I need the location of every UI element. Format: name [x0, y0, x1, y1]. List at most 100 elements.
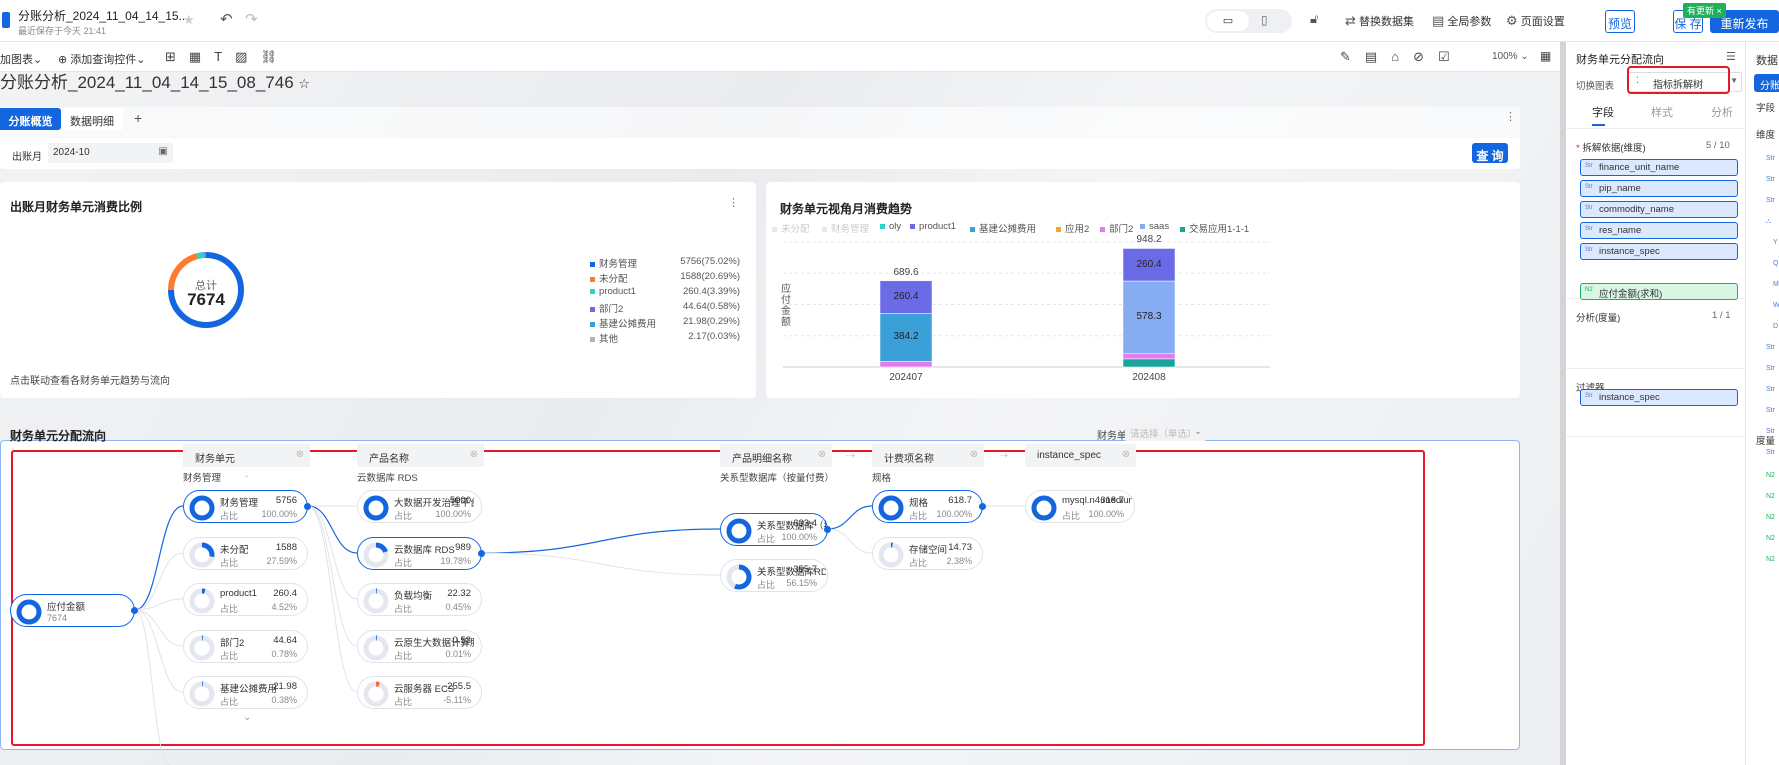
bar-legend-item[interactable]: 应用2 [1056, 221, 1089, 235]
field-type-icon[interactable]: Str [1766, 428, 1775, 435]
bar-legend-item[interactable]: saas [1140, 221, 1169, 232]
column-header[interactable]: instance_spec ⊗ [1025, 444, 1136, 467]
number-type-icon[interactable]: N2 [1766, 472, 1775, 479]
tree-node[interactable]: 部门2 44.64 占比 0.78% [183, 630, 308, 663]
dimension-field[interactable]: Str pip_name [1580, 180, 1738, 197]
number-type-icon[interactable]: N2 [1766, 556, 1775, 563]
column-header[interactable]: 财务单元 ⊗ [183, 444, 310, 467]
filter-field[interactable]: Str instance_spec [1580, 389, 1738, 406]
field-type-icon[interactable]: ⛬ [1766, 218, 1771, 226]
dimension-field[interactable]: Str finance_unit_name [1580, 159, 1738, 176]
expand-handle[interactable] [478, 503, 485, 510]
expand-handle[interactable] [824, 572, 831, 579]
field-type-icon[interactable]: Y [1773, 239, 1778, 246]
expand-handle[interactable] [478, 550, 485, 557]
legend-item[interactable]: 部门2 44.64(0.58%) [590, 301, 740, 315]
field-type-icon[interactable]: Str [1766, 344, 1775, 351]
tree-link [307, 505, 358, 647]
ratio-label: 占比 [394, 697, 413, 707]
dimension-field[interactable]: Str res_name [1580, 222, 1738, 239]
tree-root-node[interactable]: 应付金额 7674 [10, 594, 138, 627]
scroll-up-icon[interactable]: ⌃ [243, 474, 251, 485]
bar-legend-item[interactable]: 财务管理 [822, 221, 869, 235]
expand-handle[interactable] [478, 689, 485, 696]
tree-node[interactable]: 负载均衡 22.32 占比 0.45% [357, 583, 482, 616]
column-header[interactable]: 计费项名称 ⊗ [872, 444, 984, 467]
ratio-label: 占比 [394, 651, 413, 661]
data-panel-title: 数据 [1756, 55, 1778, 67]
bar-legend-item[interactable]: 部门2 [1100, 221, 1133, 235]
tree-node[interactable]: mysql.n4.medium.2c618.7占比100.00% [1025, 490, 1135, 523]
field-type-icon[interactable]: Str [1766, 407, 1775, 414]
preview-button[interactable]: 预览 [1605, 10, 1635, 33]
close-icon[interactable]: ⊗ [296, 449, 304, 460]
ratio-donut-icon [16, 599, 42, 625]
dimension-field[interactable]: Str commodity_name [1580, 201, 1738, 218]
scroll-down-icon[interactable]: ⌄ [243, 712, 251, 723]
expand-handle[interactable] [304, 643, 311, 650]
expand-handle[interactable] [304, 550, 311, 557]
menu-icon[interactable]: ☰ [1726, 50, 1736, 63]
tree-node[interactable]: 云原生大数据计算服务 ...0.53占比0.01% [357, 630, 482, 663]
dimension-field[interactable]: Str instance_spec [1580, 243, 1738, 260]
bar-legend-item[interactable]: 基建公摊费用 [970, 221, 1036, 235]
number-type-icon[interactable]: N2 [1766, 493, 1775, 500]
measure-field[interactable]: N2 应付金额(求和) [1580, 283, 1738, 300]
field-type-icon[interactable]: Str [1766, 176, 1775, 183]
field-type-icon[interactable]: D [1773, 323, 1778, 330]
bar-legend-item[interactable]: 未分配 [772, 221, 810, 235]
expand-handle[interactable] [1131, 503, 1138, 510]
bar-legend-item[interactable]: oly [880, 221, 901, 232]
tree-node[interactable]: 未分配 1588 占比 27.59% [183, 537, 308, 570]
close-icon[interactable]: ⊗ [1122, 449, 1130, 460]
node-value: 618.7 [948, 495, 972, 506]
tree-node[interactable]: 关系型数据库RDS(包月)355.7占比56.15% [720, 559, 828, 592]
legend-item[interactable]: 财务管理 5756(75.02%) [590, 256, 740, 270]
tree-node[interactable]: 基建公摊费用 21.98 占比 0.38% [183, 676, 308, 709]
column-header[interactable]: 产品明细名称 ⊗ [720, 444, 832, 467]
tree-node[interactable]: product1 260.4 占比 4.52% [183, 583, 308, 616]
field-type-icon[interactable]: Str [1766, 386, 1775, 393]
update-badge[interactable]: 有更新 × [1683, 3, 1726, 18]
close-icon[interactable]: ⊗ [970, 449, 978, 460]
expand-handle[interactable] [304, 689, 311, 696]
tree-node[interactable]: 大数据开发治理平台 D...5000占比100.00% [357, 490, 482, 523]
tree-node[interactable]: 云服务器 ECS -255.5 占比 -5.11% [357, 676, 482, 709]
number-type-icon[interactable]: N2 [1766, 514, 1775, 521]
close-icon[interactable]: ⊗ [470, 449, 478, 460]
expand-handle[interactable] [304, 596, 311, 603]
expand-handle[interactable] [478, 596, 485, 603]
tree-node[interactable]: 关系型数据库（按量付...633.4占比100.00% [720, 513, 831, 546]
tree-node[interactable]: 财务管理 5756 占比 100.00% [183, 490, 311, 523]
number-type-icon[interactable]: N2 [1766, 535, 1775, 542]
field-type-icon[interactable]: Str [1766, 365, 1775, 372]
field-type-icon[interactable]: Str [1766, 449, 1775, 456]
dataset-chip[interactable]: 分账 [1754, 74, 1779, 92]
field-type-icon[interactable]: Q [1773, 260, 1778, 267]
node-value: 633.4 [793, 518, 817, 529]
legend-item[interactable]: 未分配 1588(20.69%) [590, 271, 740, 285]
expand-handle[interactable] [304, 503, 311, 510]
expand-handle[interactable] [979, 503, 986, 510]
tree-node[interactable]: 规格 618.7 占比 100.00% [872, 490, 986, 523]
field-type-icon[interactable]: M [1773, 281, 1779, 288]
expand-handle[interactable] [131, 607, 138, 614]
tab-fields[interactable]: 字段 [1592, 104, 1614, 120]
field-type-icon[interactable]: W [1773, 302, 1779, 309]
expand-handle[interactable] [824, 526, 831, 533]
field-type-icon[interactable]: Str [1766, 197, 1775, 204]
tab-style[interactable]: 样式 [1651, 104, 1673, 120]
tab-analysis[interactable]: 分析 [1711, 104, 1733, 120]
column-header[interactable]: 产品名称 ⊗ [357, 444, 484, 467]
expand-handle[interactable] [478, 643, 485, 650]
expand-handle[interactable] [979, 550, 986, 557]
legend-item[interactable]: product1 260.4(3.39%) [590, 286, 740, 297]
bar-legend-item[interactable]: 交易应用1-1-1 [1180, 221, 1249, 235]
legend-item[interactable]: 基建公摊费用 21.98(0.29%) [590, 316, 740, 330]
tree-node[interactable]: 存储空间 14.73 占比 2.38% [872, 537, 983, 570]
legend-item[interactable]: 其他 2.17(0.03%) [590, 331, 740, 345]
bar-legend-item[interactable]: product1 [910, 221, 956, 232]
close-icon[interactable]: ⊗ [818, 449, 826, 460]
field-type-icon[interactable]: Str [1766, 155, 1775, 162]
tree-node[interactable]: 云数据库 RDS 989 占比 19.78% [357, 537, 485, 570]
